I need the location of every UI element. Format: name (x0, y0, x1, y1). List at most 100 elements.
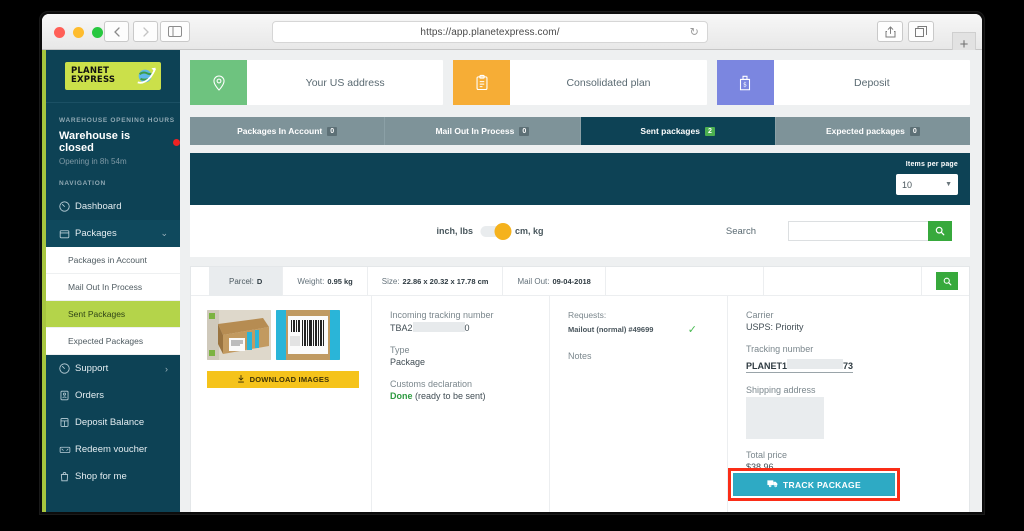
lifebuoy-icon (59, 363, 75, 374)
switch-knob (494, 222, 511, 240)
quicknav-your-us-address[interactable]: Your US address (190, 60, 444, 105)
sidebar-item-support[interactable]: Support › (46, 355, 180, 382)
forward-button[interactable] (133, 21, 158, 42)
quicknav-deposit[interactable]: $ Deposit (716, 60, 970, 105)
header-spacer-2 (764, 266, 922, 296)
sidebar-item-redeem-voucher[interactable]: Redeem voucher (46, 436, 180, 463)
package-photo-box[interactable] (207, 310, 271, 360)
tab-badge: 0 (327, 126, 338, 136)
shipping-address-redacted (746, 397, 824, 439)
parcel-card-header: Parcel: D Weight: 0.95 kg Size: 22.86 x … (191, 266, 969, 296)
tab-label: Packages In Account (237, 126, 323, 136)
shopping-bag-icon (59, 471, 75, 482)
tabs-overview-button[interactable] (908, 21, 934, 42)
parcel-search-button[interactable] (936, 272, 958, 290)
sidebar-item-dashboard[interactable]: Dashboard (46, 193, 180, 220)
close-window-button[interactable] (54, 27, 65, 38)
address-bar[interactable]: https://app.planetexpress.com/ ↻ (272, 21, 708, 43)
size-label: Size: (381, 276, 400, 286)
tab-badge: 0 (519, 126, 530, 136)
type-value: Package (390, 357, 426, 367)
navigation-label: NAVIGATION (59, 180, 106, 187)
sidebar-item-shop-for-me[interactable]: Shop for me (46, 463, 180, 490)
tab-label: Expected packages (825, 126, 905, 136)
header-spacer-1 (606, 266, 764, 296)
sidebar-item-packages-in-account[interactable]: Packages in Account (46, 247, 180, 274)
browser-chrome: https://app.planetexpress.com/ ↻ + (42, 14, 982, 56)
window-controls (54, 27, 103, 38)
logo[interactable]: PLANET EXPRESS (46, 50, 180, 100)
tab-badge: 0 (909, 126, 920, 136)
tab-mail-out-in-process[interactable]: Mail Out In Process 0 (385, 117, 581, 145)
unit-switch[interactable] (480, 222, 511, 240)
quicknav-consolidated-plan[interactable]: Consolidated plan (453, 60, 707, 105)
package-photo-label[interactable] (276, 310, 340, 360)
incoming-tracking-suffix: 0 (464, 323, 470, 333)
items-per-page-value: 10 (902, 179, 913, 190)
tracking-prefix: PLANET1 (746, 361, 788, 371)
map-pin-icon (190, 60, 247, 105)
items-per-page-panel: Items per page 10 ▼ (190, 153, 970, 205)
request-item: Mailout (normal) #49699 (568, 325, 654, 334)
tab-sent-packages[interactable]: Sent packages 2 (580, 117, 776, 145)
tab-packages-in-account[interactable]: Packages In Account 0 (190, 117, 386, 145)
package-tabs: Packages In Account 0 Mail Out In Proces… (190, 117, 970, 145)
clipboard-list-icon (59, 390, 75, 401)
parcel-value: D (256, 276, 263, 286)
track-package-label: TRACK PACKAGE (783, 479, 861, 490)
warehouse-hours-label: WAREHOUSE OPENING HOURS (59, 117, 175, 124)
sidebar-toggle-button[interactable] (160, 21, 190, 42)
quicknav-label: Consolidated plan (566, 76, 651, 89)
search-button[interactable] (928, 221, 952, 241)
parcel-thumbnails (207, 310, 371, 360)
tab-badge: 2 (704, 126, 715, 136)
sidebar-item-label: Shop for me (75, 471, 127, 482)
clipboard-icon (453, 60, 511, 105)
status-dot-icon (173, 138, 180, 146)
redacted-block (787, 359, 844, 369)
mailout-label: Mail Out: (517, 276, 550, 286)
device-frame: https://app.planetexpress.com/ ↻ + PLANE… (0, 0, 1024, 531)
check-icon: ✓ (687, 324, 697, 336)
minimize-window-button[interactable] (73, 27, 84, 38)
weight-label: Weight: (297, 276, 325, 286)
warehouse-status-text: Warehouse is closed (59, 130, 131, 154)
parcel-images-column: DOWNLOAD IMAGES (191, 296, 371, 512)
incoming-tracking-value: TBA2 0 (390, 322, 549, 333)
sidebar-item-mail-out-in-process[interactable]: Mail Out In Process (46, 274, 180, 301)
sidebar-item-deposit-balance[interactable]: Deposit Balance (46, 409, 180, 436)
sidebar-item-expected-packages[interactable]: Expected Packages (46, 328, 180, 355)
parcel-mailout-cell: Mail Out: 09-04-2018 (503, 266, 606, 296)
money-bag-icon: $ (716, 60, 774, 105)
gauge-icon (59, 201, 75, 212)
parcel-id-cell: Parcel: D (209, 266, 284, 296)
tracking-suffix: 73 (843, 361, 854, 371)
carrier-value: USPS: Priority (746, 322, 804, 332)
search-input[interactable] (788, 221, 928, 241)
sidebar-item-sent-packages[interactable]: Sent Packages (46, 301, 180, 328)
download-images-button[interactable]: DOWNLOAD IMAGES (207, 371, 359, 388)
chevron-down-icon: ▼ (945, 181, 952, 188)
size-value: 22.86 x 20.32 x 17.78 cm (402, 276, 489, 286)
search-area: Search (726, 221, 952, 241)
quicknav-label: Deposit (854, 76, 890, 89)
items-per-page-select[interactable]: 10 ▼ (896, 174, 958, 195)
truck-icon (767, 479, 778, 490)
track-package-button[interactable]: TRACK PACKAGE (733, 473, 895, 496)
download-icon (237, 374, 245, 385)
unit-toggle[interactable]: inch, lbs cm, kg (436, 222, 544, 240)
shipping-address-label: Shipping address (746, 385, 816, 395)
type-label: Type (390, 345, 410, 355)
quicknav-label: Your US address (305, 76, 385, 89)
parcel-info-column: Incoming tracking number TBA2 0 Type Pack… (371, 296, 549, 512)
parcel-card-body: DOWNLOAD IMAGES Incoming tracking number… (191, 296, 969, 512)
sidebar-item-orders[interactable]: Orders (46, 382, 180, 409)
tab-expected-packages[interactable]: Expected packages 0 (775, 117, 970, 145)
reload-icon[interactable]: ↻ (690, 26, 699, 39)
share-button[interactable] (877, 21, 903, 42)
carrier-label: Carrier (746, 310, 774, 320)
back-button[interactable] (104, 21, 129, 42)
sidebar-item-packages[interactable]: Packages ⌄ (46, 220, 180, 247)
maximize-window-button[interactable] (92, 27, 103, 38)
tracking-number-value[interactable]: PLANET1 73 (746, 359, 854, 373)
